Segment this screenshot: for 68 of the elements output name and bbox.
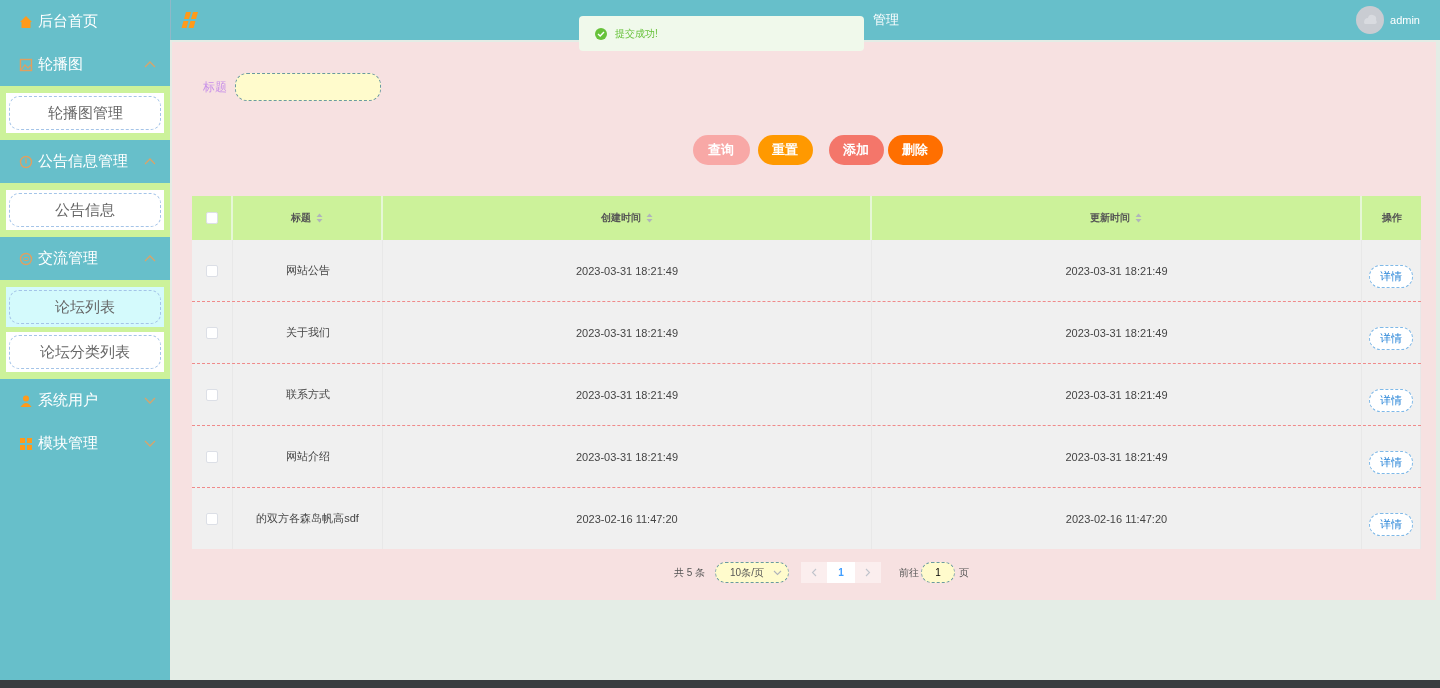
column-header: 标题 (291, 211, 311, 225)
title-input-field[interactable] (235, 73, 381, 101)
toast-message: 提交成功! (615, 26, 658, 41)
page-suffix: 页 (959, 565, 970, 580)
logo-icon (181, 11, 201, 29)
checkbox[interactable] (206, 450, 218, 463)
table-cell: 的双方各森岛帆高sdf (256, 511, 359, 526)
details-button[interactable]: 详情 (1369, 327, 1413, 350)
column-header: 更新时间 (1090, 211, 1130, 225)
details-button[interactable]: 详情 (1369, 265, 1413, 288)
table-cell: 2023-03-31 18:21:49 (575, 450, 679, 463)
menu-item[interactable]: 轮播图 (0, 43, 170, 86)
checkbox[interactable] (205, 212, 218, 224)
field-label: 标题 (203, 78, 227, 96)
avatar-icon (1356, 6, 1385, 34)
table-cell: 网站公告 (285, 263, 330, 278)
table-cell: 2023-03-31 18:21:49 (575, 388, 679, 401)
checkbox[interactable] (206, 512, 218, 525)
details-button[interactable]: 详情 (1369, 389, 1413, 412)
check-circle-icon (595, 27, 607, 40)
delete-button[interactable]: 删除 (887, 135, 943, 165)
column-header: 操作 (1381, 211, 1402, 225)
table-cell: 网站介绍 (285, 449, 330, 464)
submenu-item[interactable]: 论坛列表 (9, 290, 161, 324)
app-title: 管理 (872, 11, 900, 29)
menu-item[interactable]: 交流管理 (0, 237, 170, 280)
menu-item[interactable]: 后台首页 (0, 0, 170, 43)
checkbox[interactable] (206, 264, 218, 277)
table-cell: 2023-03-31 18:21:49 (575, 264, 679, 277)
chevron-right-icon (865, 568, 872, 577)
grid-icon (19, 436, 33, 451)
goto-label: 前往 (899, 565, 920, 580)
menu-item[interactable]: 公告信息管理 (0, 140, 170, 183)
details-button[interactable]: 详情 (1369, 513, 1413, 536)
table-cell: 2023-03-31 18:21:49 (1065, 388, 1168, 401)
table-cell: 2023-03-31 18:21:49 (575, 326, 679, 339)
prev-page-button[interactable] (801, 562, 828, 583)
reset-button[interactable]: 重置 (757, 135, 813, 165)
table-cell: 2023-02-16 11:47:20 (576, 512, 678, 525)
table-cell: 联系方式 (285, 387, 330, 402)
checkbox[interactable] (206, 388, 218, 401)
user-icon (19, 393, 33, 408)
table-cell: 2023-03-31 18:21:49 (1065, 326, 1168, 339)
table-cell: 关于我们 (285, 325, 330, 340)
page-number[interactable]: 1 (827, 562, 856, 583)
add-button[interactable]: 添加 (828, 135, 884, 165)
menu-item[interactable]: 模块管理 (0, 422, 170, 465)
page-input-field[interactable]: 1 (921, 562, 956, 583)
chevron-left-icon (811, 568, 818, 577)
table-cell: 2023-02-16 11:47:20 (1065, 512, 1168, 525)
total-count: 共 5 条 (673, 565, 706, 580)
table-cell: 2023-03-31 18:21:49 (1065, 450, 1168, 463)
menu-item[interactable]: 系统用户 (0, 379, 170, 422)
page-size-select[interactable]: 10条/页 (715, 562, 790, 583)
table-cell: 2023-03-31 18:21:49 (1065, 264, 1168, 277)
checkbox[interactable] (206, 326, 218, 339)
home-icon (19, 14, 33, 29)
user-name: admin (1390, 14, 1420, 26)
details-button[interactable]: 详情 (1369, 451, 1413, 474)
submenu-item[interactable]: 论坛分类列表 (9, 335, 161, 369)
chat-icon (19, 251, 33, 266)
submenu-item[interactable]: 轮播图管理 (9, 96, 161, 130)
info-icon (19, 154, 33, 169)
column-header: 创建时间 (600, 211, 641, 225)
image-icon (19, 57, 33, 72)
chevron-down-icon (773, 569, 783, 576)
next-page-button[interactable] (855, 562, 882, 583)
submenu-item[interactable]: 公告信息 (9, 193, 161, 227)
